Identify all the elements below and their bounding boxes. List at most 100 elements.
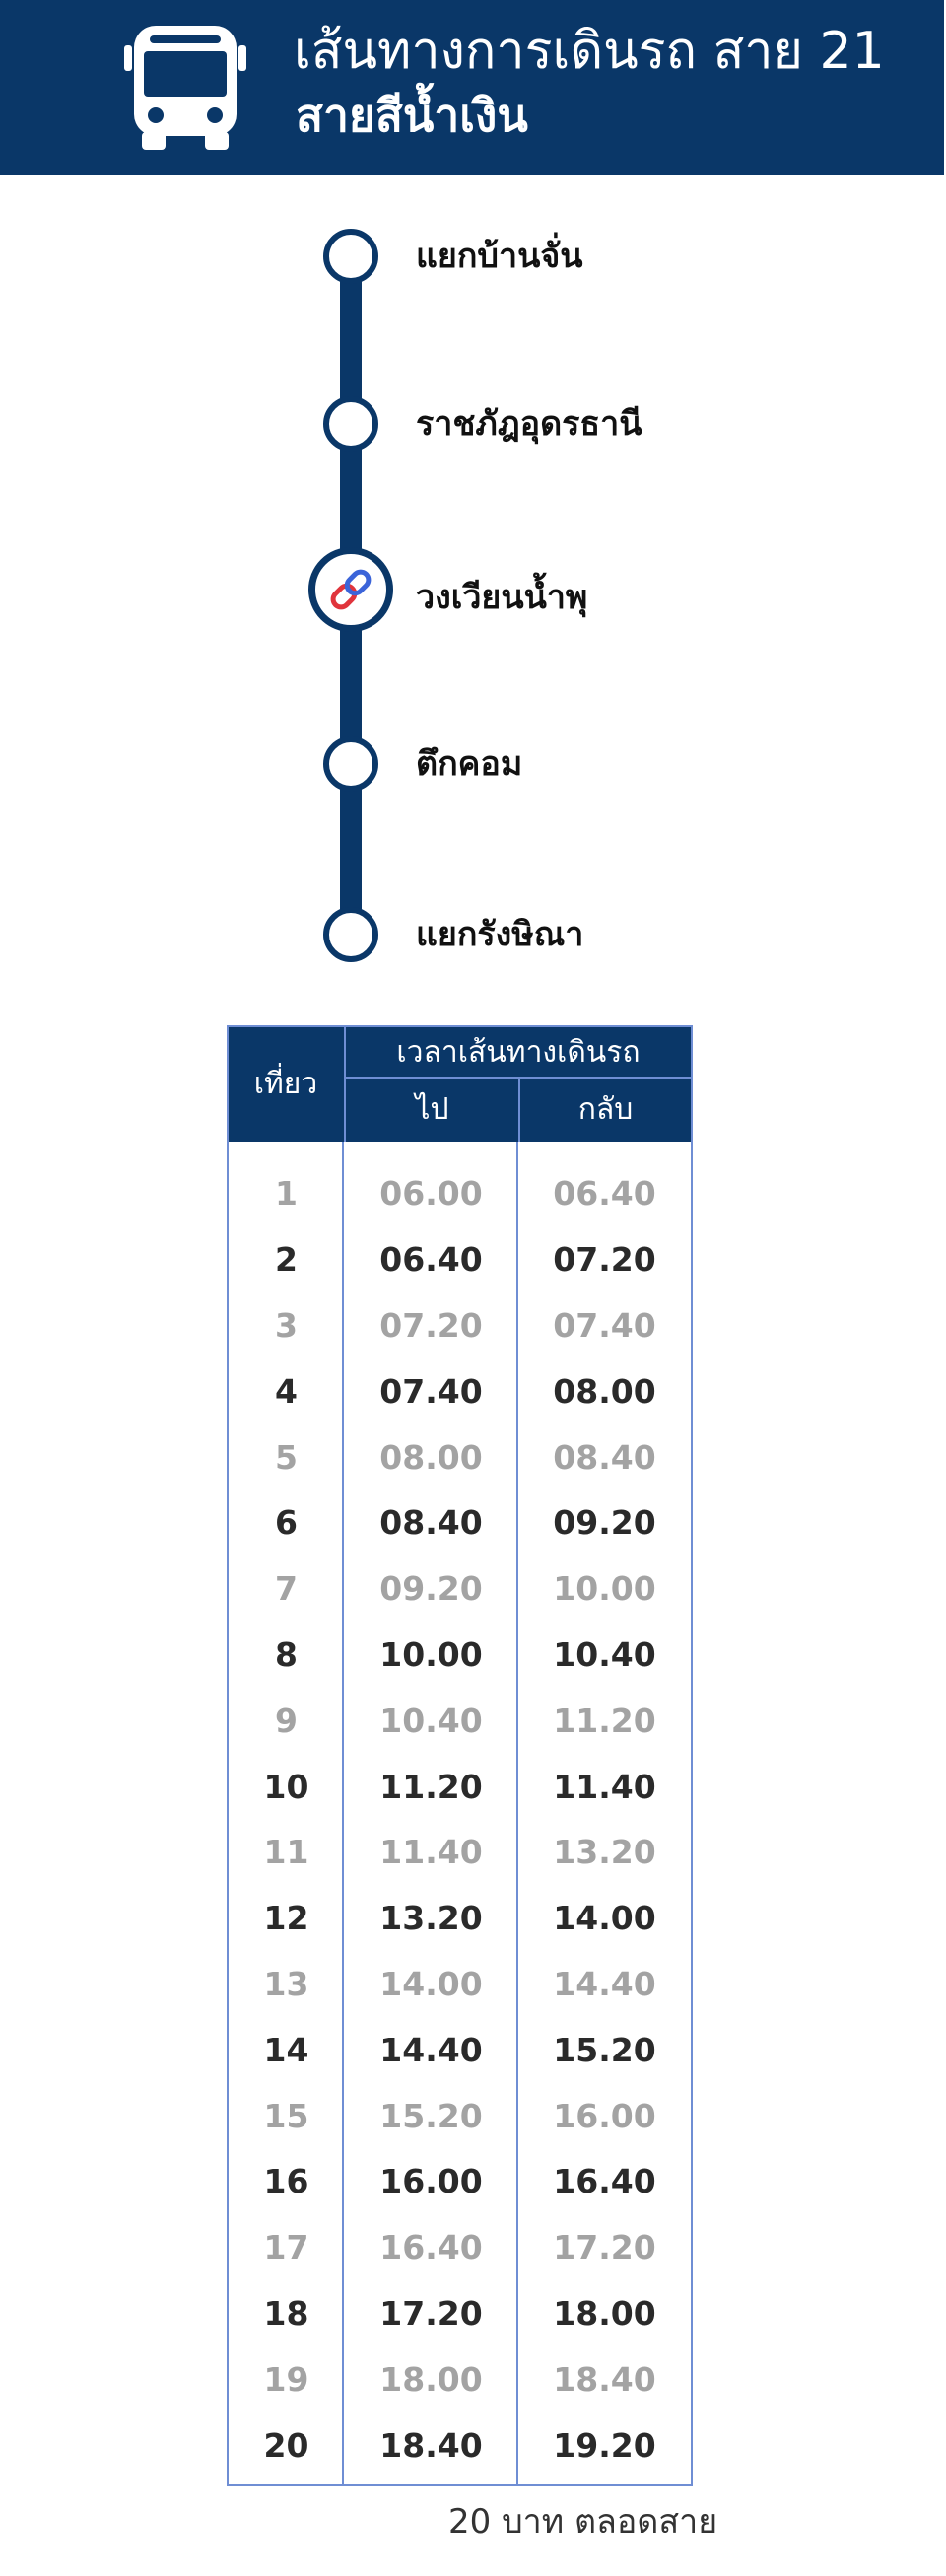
go-time: 14.00 — [379, 1964, 483, 2003]
trip-number: 19 — [263, 2359, 309, 2399]
stop-label: วงเวียนน้ำพุ — [416, 578, 588, 617]
table-row: 8 10.00 10.40 — [229, 1623, 691, 1689]
go-time: 08.00 — [379, 1437, 483, 1477]
back-time: 18.40 — [553, 2359, 656, 2399]
header-go: ไป — [344, 1079, 518, 1142]
back-time: 09.20 — [553, 1503, 656, 1543]
table-row: 19 18.00 18.40 — [229, 2346, 691, 2412]
go-time: 16.00 — [379, 2162, 483, 2201]
back-time: 06.40 — [553, 1174, 656, 1214]
stop-marker — [323, 396, 378, 452]
schedule-table: เที่ยว เวลาเส้นทางเดินรถ ไป กลับ 1 06.00… — [227, 1025, 693, 2486]
stop-label: ตึกคอม — [416, 744, 523, 784]
back-time: 15.20 — [553, 2030, 656, 2069]
header-bar: เส้นทางการเดินรถ สาย 21 สายสีน้ำเงิน — [0, 0, 944, 175]
trip-number: 2 — [275, 1240, 298, 1280]
go-time: 14.40 — [379, 2030, 483, 2069]
trip-number: 20 — [263, 2425, 309, 2465]
header-trip: เที่ยว — [253, 1067, 318, 1101]
table-row: 1 06.00 06.40 — [229, 1161, 691, 1227]
back-time: 08.00 — [553, 1371, 656, 1411]
table-row: 17 16.40 17.20 — [229, 2215, 691, 2281]
bus-icon — [124, 26, 246, 150]
go-time: 10.40 — [379, 1701, 483, 1740]
go-time: 07.20 — [379, 1305, 483, 1345]
table-row: 11 11.40 13.20 — [229, 1820, 691, 1886]
stop-label: ราชภัฎอุดรธานี — [416, 404, 642, 444]
trip-number: 9 — [275, 1701, 298, 1740]
back-time: 07.40 — [553, 1305, 656, 1345]
page-title: เส้นทางการเดินรถ สาย 21 — [294, 22, 885, 81]
table-row: 9 10.40 11.20 — [229, 1688, 691, 1754]
stop-marker — [323, 907, 378, 962]
route-color-subtitle: สายสีน้ำเงิน — [296, 89, 528, 142]
go-time: 10.00 — [379, 1635, 483, 1674]
back-time: 07.20 — [553, 1240, 656, 1280]
trip-number: 11 — [263, 1833, 309, 1872]
go-time: 11.40 — [379, 1833, 483, 1872]
table-row: 4 07.40 08.00 — [229, 1358, 691, 1425]
table-row: 15 15.20 16.00 — [229, 2083, 691, 2149]
header-back: กลับ — [518, 1079, 691, 1142]
back-time: 16.00 — [553, 2096, 656, 2135]
link-icon — [330, 569, 372, 610]
trip-number: 7 — [275, 1569, 298, 1609]
table-header: เที่ยว เวลาเส้นทางเดินรถ ไป กลับ — [229, 1027, 691, 1142]
go-time: 06.40 — [379, 1240, 483, 1280]
back-time: 17.20 — [553, 2228, 656, 2267]
go-time: 11.20 — [379, 1767, 483, 1806]
trip-number: 8 — [275, 1635, 298, 1674]
go-time: 09.20 — [379, 1569, 483, 1609]
table-row: 13 14.00 14.40 — [229, 1952, 691, 2018]
table-row: 18 17.20 18.00 — [229, 2281, 691, 2347]
back-time: 14.00 — [553, 1899, 656, 1938]
trip-number: 5 — [275, 1437, 298, 1477]
table-row: 10 11.20 11.40 — [229, 1754, 691, 1820]
trip-number: 10 — [263, 1767, 309, 1806]
table-row: 2 06.40 07.20 — [229, 1227, 691, 1293]
header-time-group: เวลาเส้นทางเดินรถ — [344, 1027, 691, 1079]
table-row: 16 16.00 16.40 — [229, 2149, 691, 2215]
table-row: 6 08.40 09.20 — [229, 1491, 691, 1557]
table-row: 20 18.40 19.20 — [229, 2412, 691, 2478]
table-row: 3 07.20 07.40 — [229, 1293, 691, 1359]
back-time: 10.00 — [553, 1569, 656, 1609]
go-time: 08.40 — [379, 1503, 483, 1543]
trip-number: 12 — [263, 1899, 309, 1938]
table-body: 1 06.00 06.40 2 06.40 07.20 3 07.20 07.4… — [229, 1161, 691, 2478]
table-row: 14 14.40 15.20 — [229, 2017, 691, 2083]
fare-note: 20 บาท ตลอดสาย — [448, 2502, 718, 2541]
trip-number: 14 — [263, 2030, 309, 2069]
back-time: 16.40 — [553, 2162, 656, 2201]
table-row: 12 13.20 14.00 — [229, 1886, 691, 1952]
go-time: 06.00 — [379, 1174, 483, 1214]
back-time: 11.20 — [553, 1701, 656, 1740]
go-time: 15.20 — [379, 2096, 483, 2135]
table-row: 7 09.20 10.00 — [229, 1557, 691, 1623]
back-time: 13.20 — [553, 1833, 656, 1872]
stop-label: แยกบ้านจั่น — [416, 237, 583, 276]
go-time: 18.40 — [379, 2425, 483, 2465]
go-time: 16.40 — [379, 2228, 483, 2267]
trip-number: 1 — [275, 1174, 298, 1214]
back-time: 18.00 — [553, 2293, 656, 2332]
table-row: 5 08.00 08.40 — [229, 1425, 691, 1491]
trip-number: 15 — [263, 2096, 309, 2135]
go-time: 18.00 — [379, 2359, 483, 2399]
go-time: 07.40 — [379, 1371, 483, 1411]
back-time: 19.20 — [553, 2425, 656, 2465]
go-time: 13.20 — [379, 1899, 483, 1938]
trip-number: 13 — [263, 1964, 309, 2003]
go-time: 17.20 — [379, 2293, 483, 2332]
trip-number: 6 — [275, 1503, 298, 1543]
stop-marker — [323, 229, 378, 284]
trip-number: 17 — [263, 2228, 309, 2267]
trip-number: 16 — [263, 2162, 309, 2201]
back-time: 11.40 — [553, 1767, 656, 1806]
stop-marker — [323, 736, 378, 792]
trip-number: 4 — [275, 1371, 298, 1411]
back-time: 10.40 — [553, 1635, 656, 1674]
trip-number: 18 — [263, 2293, 309, 2332]
stop-marker-hub — [308, 547, 393, 632]
stop-label: แยกรังษิณา — [416, 915, 584, 954]
